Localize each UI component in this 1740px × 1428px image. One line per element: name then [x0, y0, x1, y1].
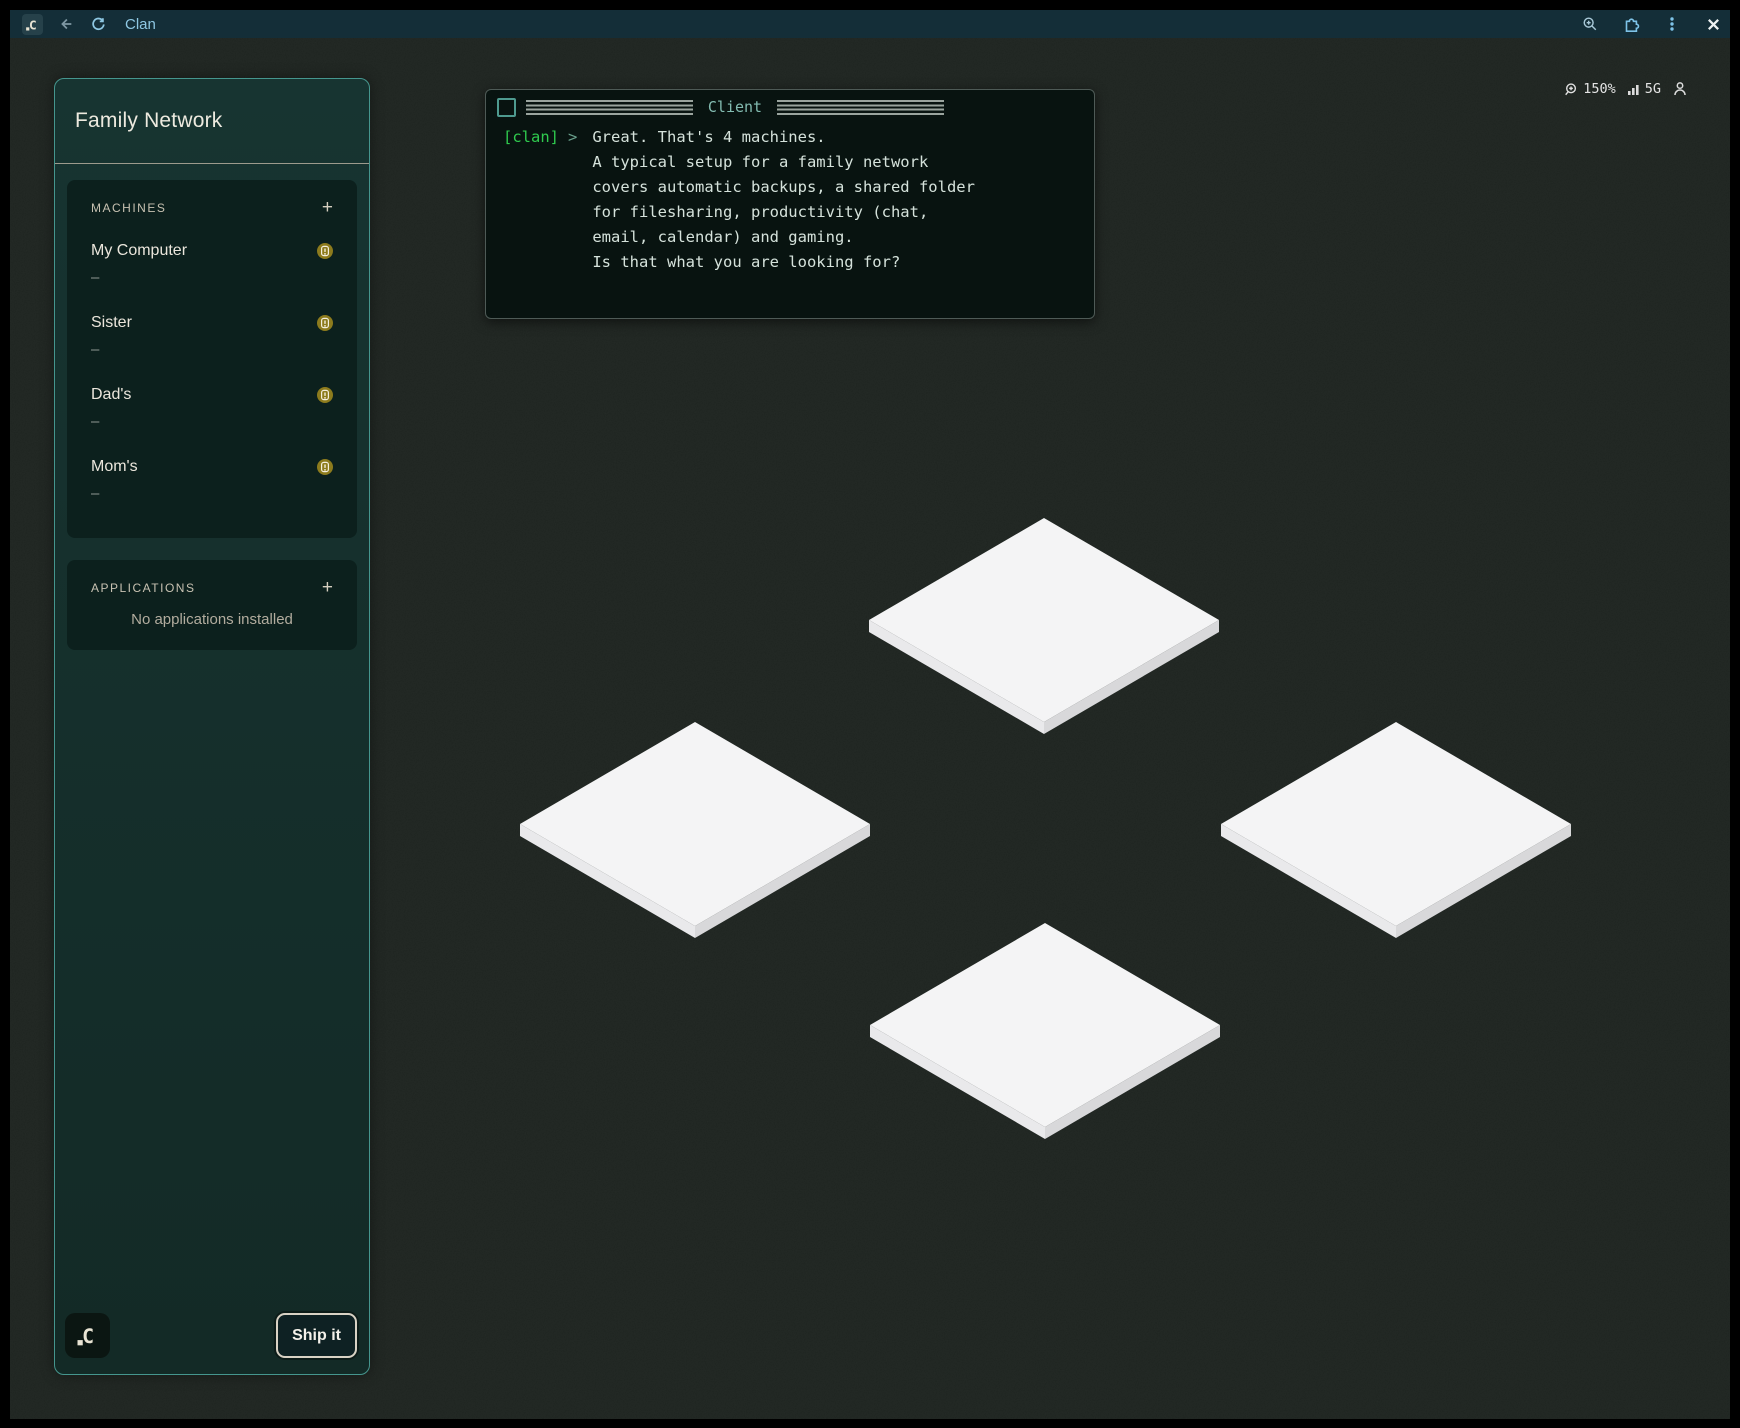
zoom-in-icon — [1564, 82, 1579, 97]
titlebar-stripes — [526, 100, 693, 115]
zoom-level: 150% — [1583, 81, 1616, 97]
clan-logo: C — [65, 1313, 110, 1358]
machine-detail: – — [91, 485, 333, 502]
signal-bars-icon — [1627, 82, 1641, 96]
machine-tile[interactable] — [869, 518, 1219, 734]
app-window: C Clan — [0, 0, 1740, 1428]
machine-name: Mom's — [91, 458, 138, 476]
machines-panel: MACHINES + My Computer — [67, 180, 357, 538]
applications-empty-message: No applications installed — [67, 611, 357, 628]
machine-row[interactable]: My Computer – — [91, 242, 333, 314]
applications-header: APPLICATIONS — [91, 581, 195, 595]
machines-header: MACHINES — [91, 201, 166, 215]
machine-detail: – — [91, 269, 333, 286]
terminal-line: Is that what you are looking for? — [592, 250, 975, 275]
machine-detail: – — [91, 341, 333, 358]
refresh-icon[interactable] — [89, 15, 107, 33]
machine-row[interactable]: Sister – — [91, 314, 333, 386]
terminal-line: Great. That's 4 machines. — [592, 125, 975, 150]
alert-status-icon — [317, 387, 333, 403]
add-application-button[interactable]: + — [322, 580, 333, 596]
machine-name: My Computer — [91, 242, 187, 260]
browser-titlebar: C Clan — [10, 10, 1730, 38]
view-statusbar: 150% 5G — [1564, 81, 1688, 97]
machine-detail: – — [91, 413, 333, 430]
svg-text:C: C — [29, 18, 37, 33]
sidebar: Family Network MACHINES + My Computer — [54, 78, 370, 1375]
network-indicator: 5G — [1627, 81, 1661, 97]
machine-row[interactable]: Mom's – — [91, 458, 333, 530]
clan-logo-icon: C — [22, 14, 43, 35]
network-label: 5G — [1645, 81, 1661, 97]
terminal-title: Client — [703, 98, 767, 116]
page-title: Clan — [125, 16, 156, 33]
sidebar-header: Family Network — [55, 79, 369, 164]
sidebar-footer: C Ship it — [65, 1313, 357, 1358]
terminal-line: for filesharing, productivity (chat, — [592, 200, 975, 225]
svg-text:C: C — [82, 1325, 94, 1348]
user-icon[interactable] — [1672, 81, 1688, 97]
terminal-titlebar[interactable]: Client — [486, 90, 1094, 124]
terminal-line: email, calendar) and gaming. — [592, 225, 975, 250]
terminal-line: covers automatic backups, a shared folde… — [592, 175, 975, 200]
machine-name: Sister — [91, 314, 132, 332]
zoom-page-icon[interactable] — [1581, 15, 1599, 33]
back-icon[interactable] — [57, 15, 75, 33]
menu-kebab-icon[interactable] — [1663, 15, 1681, 33]
close-icon[interactable] — [1704, 15, 1722, 33]
alert-status-icon — [317, 315, 333, 331]
alert-status-icon — [317, 243, 333, 259]
network-title: Family Network — [75, 109, 222, 133]
client-terminal-window: Client [clan] > Great. That's 4 machines… — [485, 89, 1095, 319]
zoom-indicator[interactable]: 150% — [1564, 81, 1616, 97]
machine-tile[interactable] — [1221, 722, 1571, 938]
add-machine-button[interactable]: + — [322, 200, 333, 216]
extensions-icon[interactable] — [1622, 15, 1640, 33]
titlebar-stripes — [777, 100, 944, 115]
terminal-checkbox[interactable] — [497, 98, 516, 117]
ship-it-button[interactable]: Ship it — [276, 1313, 357, 1358]
terminal-prompt: [clan] — [503, 125, 559, 275]
app-surface: C Clan — [10, 10, 1730, 1419]
terminal-line: A typical setup for a family network — [592, 150, 975, 175]
machine-name: Dad's — [91, 386, 131, 404]
applications-panel: APPLICATIONS + No applications installed — [67, 560, 357, 650]
alert-status-icon — [317, 459, 333, 475]
prompt-arrow: > — [568, 125, 577, 275]
terminal-output: [clan] > Great. That's 4 machines. A typ… — [486, 124, 1094, 275]
machine-tile[interactable] — [870, 923, 1220, 1139]
machine-tile[interactable] — [520, 722, 870, 938]
machine-row[interactable]: Dad's – — [91, 386, 333, 458]
